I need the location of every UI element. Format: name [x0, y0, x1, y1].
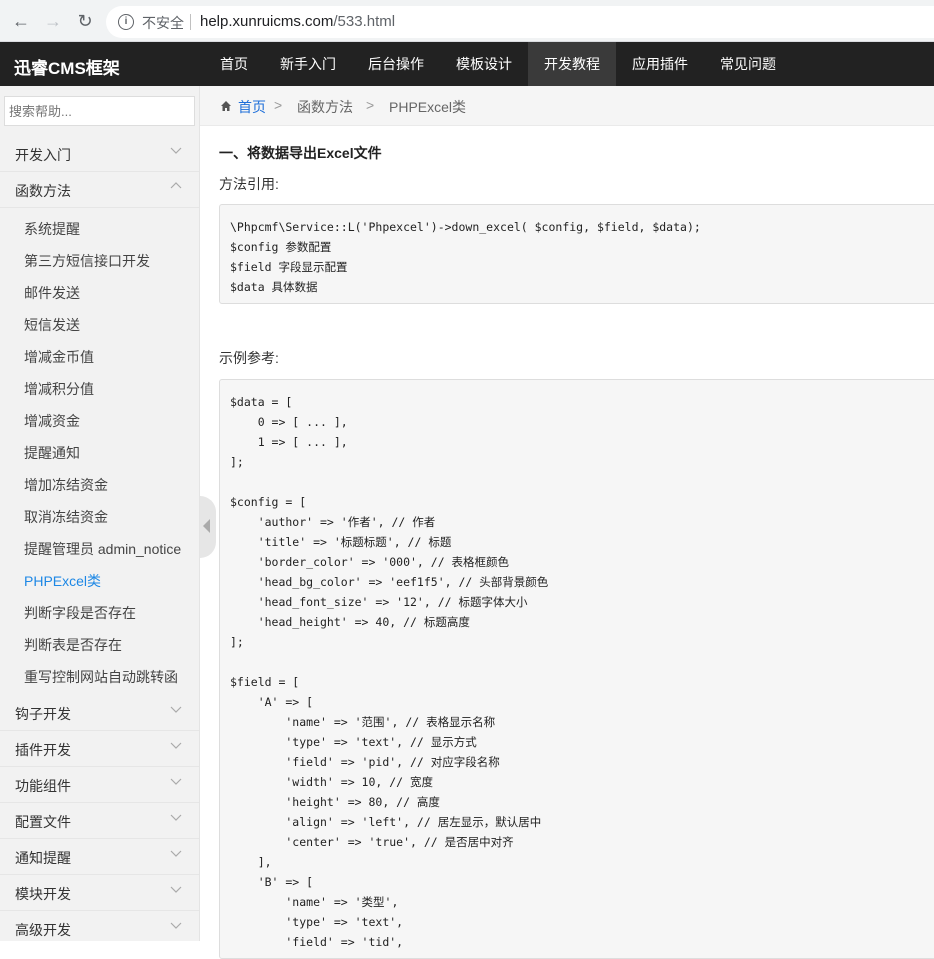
nav-item-plugins[interactable]: 应用插件 [616, 42, 704, 86]
sidebar-group-label: 函数方法 [15, 183, 71, 199]
chevron-up-icon [170, 180, 182, 192]
nav-item-template-design[interactable]: 模板设计 [440, 42, 528, 86]
sidebar-group-label: 配置文件 [15, 814, 71, 830]
sidebar-item-notify[interactable]: 提醒通知 [24, 443, 80, 463]
sidebar-group-label: 高级开发 [15, 922, 71, 938]
sidebar-group-config-files[interactable]: 配置文件 [0, 803, 199, 839]
code-block-example: $data = [ 0 => [ ... ], 1 => [ ... ], ];… [219, 379, 934, 959]
sidebar-item-coins[interactable]: 增减金币值 [24, 347, 94, 367]
insecure-label: 不安全 [142, 15, 184, 31]
address-bar[interactable]: i 不安全 help.xunruicms.com/533.html [106, 6, 934, 38]
method-label: 方法引用: [219, 176, 279, 192]
search-input[interactable] [4, 96, 195, 126]
chevron-down-icon [170, 847, 182, 859]
sidebar-group-label: 功能组件 [15, 778, 71, 794]
breadcrumb-current: PHPExcel类 [389, 99, 467, 115]
breadcrumb-parent[interactable]: 函数方法 [297, 97, 353, 117]
sidebar-item-unfreeze-funds[interactable]: 取消冻结资金 [24, 507, 108, 527]
sidebar-item-admin-notice[interactable]: 提醒管理员 admin_notice [24, 539, 181, 559]
sidebar-item-send-email[interactable]: 邮件发送 [24, 283, 80, 303]
nav-item-getting-started[interactable]: 新手入门 [264, 42, 352, 86]
sidebar-item-redirect-override[interactable]: 重写控制网站自动跳转函 [24, 667, 178, 687]
reload-icon[interactable]: ↻ [74, 10, 96, 32]
sidebar-group-functions[interactable]: 函数方法 [0, 172, 199, 208]
url-text[interactable]: help.xunruicms.com/533.html [200, 13, 395, 30]
forward-arrow-icon[interactable]: → [42, 10, 64, 32]
url-path: /533.html [333, 13, 396, 30]
main-menu: 首页 新手入门 后台操作 模板设计 开发教程 应用插件 常见问题 [204, 42, 792, 86]
nav-item-dev-tutorial[interactable]: 开发教程 [528, 42, 616, 86]
sidebar-group-components[interactable]: 功能组件 [0, 767, 199, 803]
example-label: 示例参考: [219, 350, 279, 366]
sidebar-group-hooks[interactable]: 钩子开发 [0, 695, 199, 731]
breadcrumb: 首页 > 函数方法 > PHPExcel类 [200, 86, 934, 126]
nav-item-faq[interactable]: 常见问题 [704, 42, 792, 86]
back-arrow-icon[interactable]: ← [10, 10, 32, 32]
chevron-down-icon [170, 919, 182, 931]
section-heading: 一、将数据导出Excel文件 [219, 145, 382, 161]
sidebar-item-sms-interface[interactable]: 第三方短信接口开发 [24, 251, 150, 271]
sidebar-group-module-dev[interactable]: 模块开发 [0, 875, 199, 911]
sidebar-item-funds[interactable]: 增减资金 [24, 411, 80, 431]
code-block-method: \Phpcmf\Service::L('Phpexcel')->down_exc… [219, 204, 934, 304]
sidebar-item-send-sms[interactable]: 短信发送 [24, 315, 80, 335]
sidebar-group-notifications[interactable]: 通知提醒 [0, 839, 199, 875]
sidebar-collapse-toggle[interactable] [200, 496, 216, 558]
chevron-down-icon [170, 811, 182, 823]
sidebar-group-label: 钩子开发 [15, 706, 71, 722]
info-icon[interactable]: i [118, 14, 134, 30]
home-icon [221, 101, 231, 111]
sidebar-item-table-exists[interactable]: 判断表是否存在 [24, 635, 122, 655]
sidebar-item-system-reminder[interactable]: 系统提醒 [24, 219, 80, 239]
sidebar-group-plugin-dev[interactable]: 插件开发 [0, 731, 199, 767]
sidebar-item-phpexcel[interactable]: PHPExcel类 [24, 571, 101, 591]
chevron-down-icon [170, 144, 182, 156]
browser-toolbar: ← → ↻ i 不安全 help.xunruicms.com/533.html [0, 0, 934, 42]
breadcrumb-separator: > [366, 97, 375, 113]
sidebar-group-dev-intro[interactable]: 开发入门 [0, 136, 199, 172]
chevron-down-icon [170, 739, 182, 751]
chevron-down-icon [170, 883, 182, 895]
nav-item-home[interactable]: 首页 [204, 42, 264, 86]
sidebar-group-label: 通知提醒 [15, 850, 71, 866]
top-navigation: 迅睿CMS框架 首页 新手入门 后台操作 模板设计 开发教程 应用插件 常见问题 [0, 42, 934, 86]
breadcrumb-home[interactable]: 首页 [238, 97, 266, 117]
chevron-down-icon [170, 775, 182, 787]
sidebar-item-field-exists[interactable]: 判断字段是否存在 [24, 603, 136, 623]
sidebar-group-label: 插件开发 [15, 742, 71, 758]
sidebar-item-freeze-funds[interactable]: 增加冻结资金 [24, 475, 108, 495]
nav-item-admin-operations[interactable]: 后台操作 [352, 42, 440, 86]
sidebar: 开发入门 函数方法 系统提醒 第三方短信接口开发 邮件发送 短信发送 增减金币值… [0, 86, 200, 941]
sidebar-group-label: 模块开发 [15, 886, 71, 902]
sidebar-group-label: 开发入门 [15, 147, 71, 163]
chevron-down-icon [170, 703, 182, 715]
caret-left-icon [203, 519, 210, 533]
sidebar-group-advanced-dev[interactable]: 高级开发 [0, 911, 199, 941]
address-divider [190, 14, 191, 30]
site-logo[interactable]: 迅睿CMS框架 [14, 54, 120, 79]
url-host: help.xunruicms.com [200, 13, 334, 30]
breadcrumb-separator: > [274, 97, 283, 113]
sidebar-item-points[interactable]: 增减积分值 [24, 379, 94, 399]
